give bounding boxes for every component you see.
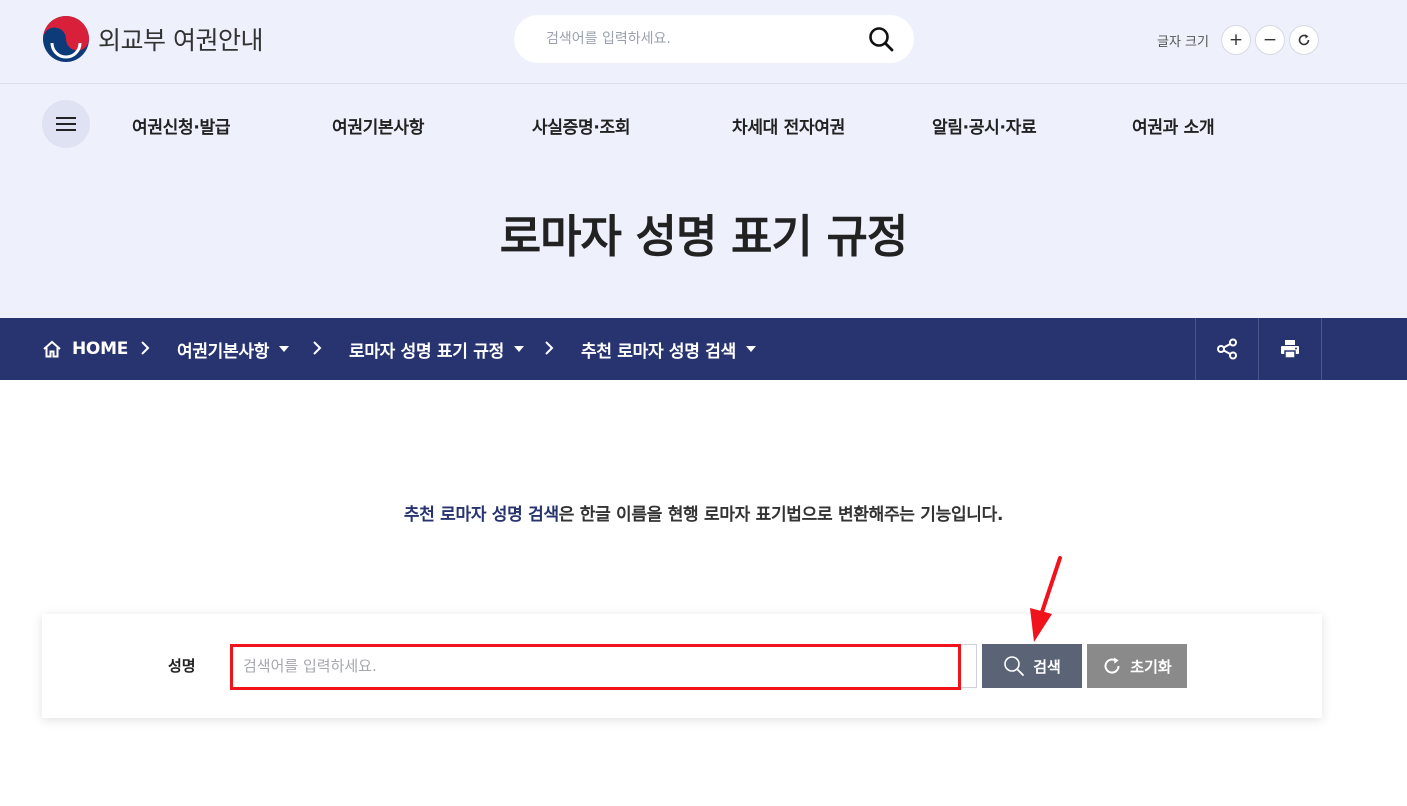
chevron-right-icon: [545, 341, 554, 355]
taegeuk-logo-icon: [43, 16, 89, 62]
site-search-input[interactable]: [544, 30, 864, 48]
name-input[interactable]: [230, 644, 977, 688]
font-size-controls: 글자 크기 + −: [1157, 25, 1323, 55]
home-icon: [43, 340, 61, 358]
font-reset-button[interactable]: [1288, 25, 1319, 55]
search-button[interactable]: 검색: [982, 644, 1082, 688]
chevron-right-icon: [141, 341, 150, 355]
name-label: 성명: [168, 657, 196, 675]
breadcrumb-item-label: 추천 로마자 성명 검색: [581, 341, 736, 362]
caret-down-icon: [745, 346, 756, 352]
font-decrease-button[interactable]: −: [1254, 25, 1285, 55]
logo-text: 외교부 여권안내: [98, 26, 263, 55]
font-size-label: 글자 크기: [1157, 34, 1209, 50]
minus-icon: −: [1262, 30, 1278, 50]
breadcrumb-item-label: 로마자 성명 표기 규정: [349, 341, 504, 362]
breadcrumb-item-passport-basics[interactable]: 여권기본사항: [177, 318, 290, 380]
nav-item-about[interactable]: 여권과 소개: [1132, 113, 1215, 138]
breadcrumb-item-label: 여권기본사항: [177, 341, 270, 362]
share-button[interactable]: [1195, 318, 1258, 380]
breadcrumb-home-label: HOME: [72, 339, 129, 359]
breadcrumb: HOME 여권기본사항 로마자 성명 표기 규정 추천 로마자 성명 검색: [0, 318, 1407, 380]
printer-icon: [1281, 340, 1299, 359]
breadcrumb-home[interactable]: HOME: [42, 318, 128, 380]
page-header: 외교부 여권안내 글자 크기 + −: [0, 0, 1407, 318]
breadcrumb-item-romanization-rules[interactable]: 로마자 성명 표기 규정: [349, 318, 524, 380]
refresh-icon: [1104, 657, 1120, 674]
plus-icon: +: [1228, 30, 1244, 50]
nav-item-passport-issue[interactable]: 여권신청·발급: [132, 113, 231, 138]
hamburger-icon: [56, 117, 76, 131]
search-button-label: 검색: [1033, 658, 1061, 676]
site-search: [514, 15, 914, 63]
nav-item-notices[interactable]: 알림·공시·자료: [932, 113, 1037, 138]
chevron-right-icon: [313, 341, 322, 355]
name-search-form: 성명 검색 초기화: [42, 614, 1322, 718]
nav-item-certificates[interactable]: 사실증명·조회: [532, 113, 631, 138]
nav-item-next-gen-passport[interactable]: 차세대 전자여권: [732, 113, 845, 138]
caret-down-icon: [279, 346, 290, 352]
intro-text: 추천 로마자 성명 검색은 한글 이름을 현행 로마자 표기법으로 변환해주는 …: [0, 500, 1407, 525]
refresh-icon: [1298, 34, 1310, 46]
menu-button[interactable]: [42, 100, 90, 148]
caret-down-icon: [513, 346, 524, 352]
search-icon: [1004, 656, 1025, 676]
main-nav: 여권신청·발급 여권기본사항 사실증명·조회 차세대 전자여권 알림·공시·자료…: [0, 100, 1407, 148]
page-title: 로마자 성명 표기 규정: [499, 210, 909, 263]
intro-highlight: 추천 로마자 성명 검색: [403, 505, 559, 525]
reset-button[interactable]: 초기화: [1087, 644, 1187, 688]
share-icon: [1217, 338, 1237, 360]
breadcrumb-item-name-search[interactable]: 추천 로마자 성명 검색: [581, 318, 756, 380]
top-bar: 외교부 여권안내 글자 크기 + −: [0, 0, 1407, 84]
search-icon[interactable]: [868, 26, 894, 52]
site-logo[interactable]: 외교부 여권안내: [42, 15, 263, 63]
reset-button-label: 초기화: [1130, 658, 1172, 676]
font-increase-button[interactable]: +: [1220, 25, 1251, 55]
print-button[interactable]: [1258, 318, 1322, 380]
nav-item-passport-basics[interactable]: 여권기본사항: [332, 113, 424, 138]
intro-rest: 은 한글 이름을 현행 로마자 표기법으로 변환해주는 기능입니다.: [558, 505, 1004, 525]
